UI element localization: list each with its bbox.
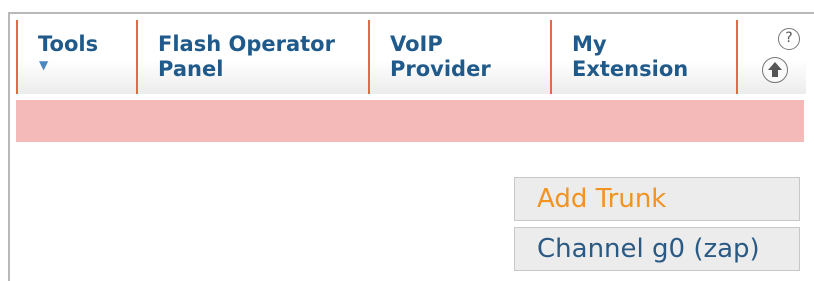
tab-flash-operator-panel-label: Flash Operator Panel bbox=[158, 32, 335, 81]
tab-flash-operator-panel[interactable]: Flash Operator Panel bbox=[136, 20, 368, 94]
channel-g0-zap-button[interactable]: Channel g0 (zap) bbox=[514, 227, 800, 271]
arrow-up-circle-icon[interactable] bbox=[762, 57, 788, 83]
tab-tools[interactable]: Tools ▼ bbox=[16, 20, 136, 94]
tab-separator bbox=[736, 20, 738, 94]
tab-my-extension[interactable]: My Extension bbox=[550, 20, 736, 94]
arrow-up-glyph bbox=[768, 62, 782, 77]
tab-voip-provider[interactable]: VoIP Provider bbox=[368, 20, 550, 94]
add-trunk-button[interactable]: Add Trunk bbox=[514, 177, 800, 221]
dropdown-arrow-icon: ▼ bbox=[39, 58, 49, 72]
top-tab-bar: Tools ▼ Flash Operator Panel VoIP Provid… bbox=[16, 20, 806, 94]
tab-bar-icons: ? bbox=[760, 28, 800, 88]
tab-my-extension-label: My Extension bbox=[572, 32, 689, 81]
tab-voip-provider-label: VoIP Provider bbox=[390, 32, 491, 81]
tab-tools-label: Tools bbox=[38, 32, 99, 56]
status-message-bar bbox=[16, 100, 804, 142]
help-icon[interactable]: ? bbox=[778, 28, 800, 50]
